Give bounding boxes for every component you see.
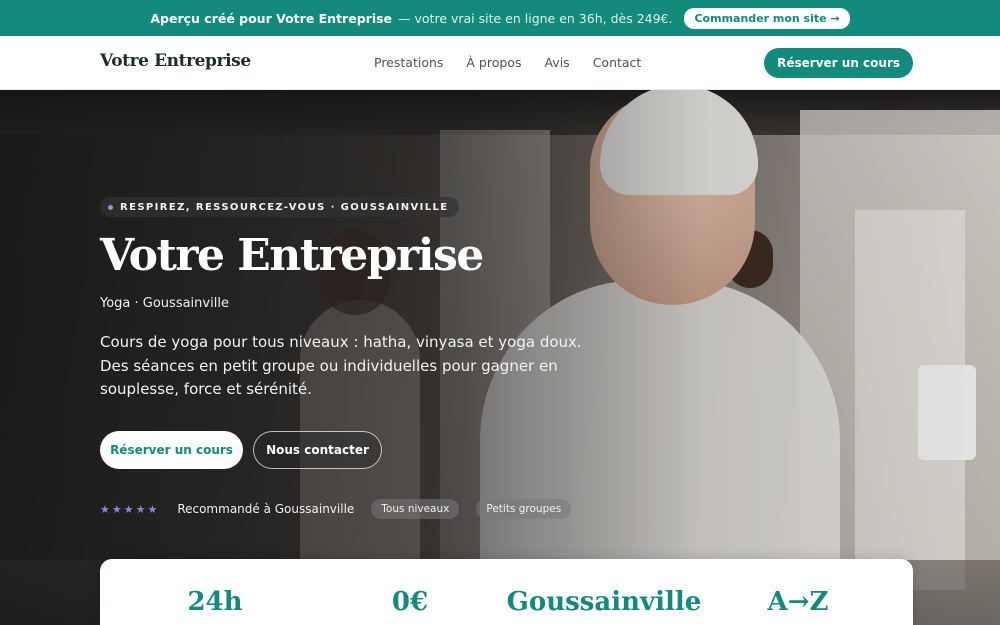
site-logo[interactable]: Votre Entreprise — [100, 51, 251, 71]
nav-link-avis[interactable]: Avis — [544, 55, 569, 70]
hero-subtitle: Yoga · Goussainville — [100, 296, 229, 311]
promo-banner: Aperçu créé pour Votre Entreprise — votr… — [0, 0, 1000, 36]
book-class-header-button[interactable]: Réserver un cours — [764, 48, 913, 78]
promo-strong-text: Aperçu créé pour Votre Entreprise — [150, 10, 393, 26]
main-nav: Prestations À propos Avis Contact — [374, 55, 641, 70]
eyebrow-dot-icon — [108, 204, 113, 210]
book-class-button[interactable]: Réserver un cours — [100, 431, 243, 469]
hero-section: RESPIREZ, RESSOURCEZ-VOUS · GOUSSAINVILL… — [0, 90, 1000, 625]
stat-a-to-z: A→Z — [767, 587, 829, 617]
nav-link-prestations[interactable]: Prestations — [374, 55, 443, 70]
recommendation-text: Recommandé à Goussainville — [177, 502, 355, 516]
nav-link-a-propos[interactable]: À propos — [466, 55, 521, 70]
hero-title: Votre Entreprise — [100, 230, 484, 281]
eyebrow-text: RESPIREZ, RESSOURCEZ-VOUS · GOUSSAINVILL… — [120, 201, 449, 213]
star-rating-icon: ★★★★★ — [100, 502, 160, 516]
tag-all-levels: Tous niveaux — [371, 499, 460, 519]
promo-light-text: — votre vrai site en ligne en 36h, dès 2… — [398, 10, 673, 26]
order-site-button[interactable]: Commander mon site → — [684, 7, 850, 29]
hero-description: Cours de yoga pour tous niveaux : hatha,… — [100, 333, 582, 398]
stats-card: 24h 0€ Goussainville A→Z — [100, 559, 913, 625]
tag-small-groups: Petits groupes — [476, 499, 572, 519]
site-header: Votre Entreprise Prestations À propos Av… — [0, 36, 1000, 90]
stat-24h: 24h — [187, 587, 243, 617]
contact-us-button[interactable]: Nous contacter — [253, 431, 382, 469]
stat-0-euro: 0€ — [391, 587, 429, 617]
hero-eyebrow-badge: RESPIREZ, RESSOURCEZ-VOUS · GOUSSAINVILL… — [100, 197, 459, 217]
rating-row: ★★★★★ Recommandé à Goussainville Tous ni… — [100, 499, 572, 519]
nav-link-contact[interactable]: Contact — [593, 55, 642, 70]
stat-goussainville: Goussainville — [506, 587, 702, 617]
